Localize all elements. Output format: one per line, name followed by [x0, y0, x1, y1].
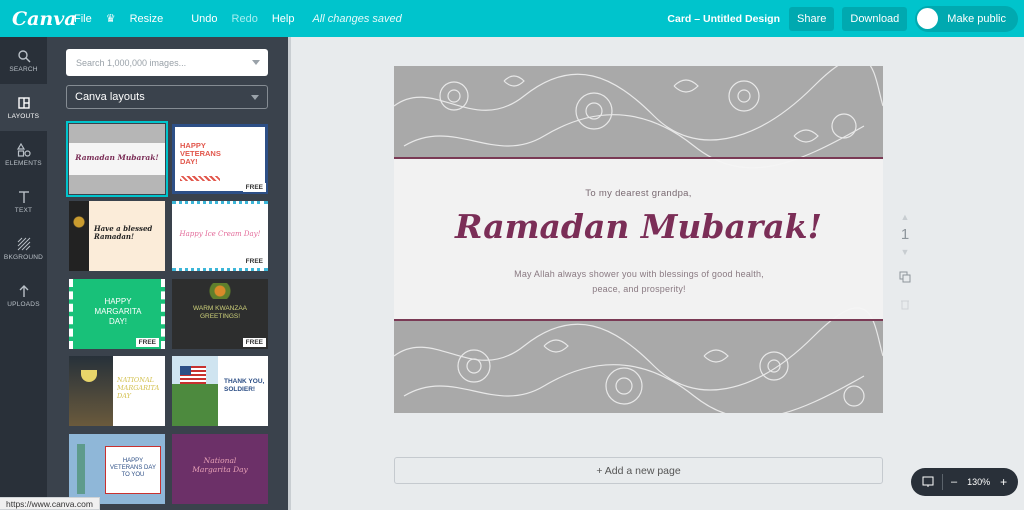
page-number: 1 — [900, 226, 910, 243]
text-icon — [18, 190, 29, 203]
trash-icon[interactable] — [899, 298, 911, 310]
rail-item-search[interactable]: SEARCH — [0, 37, 47, 84]
make-public-toggle[interactable]: Make public — [915, 5, 1018, 32]
rail-label: LAYOUTS — [7, 112, 40, 120]
template-text: NATIONAL MARGARITA DAY — [117, 376, 160, 400]
free-badge: FREE — [242, 338, 266, 347]
template-thumbnail[interactable]: HAPPY VETERANS DAY! FREE — [172, 124, 268, 194]
free-badge: FREE — [242, 257, 266, 266]
template-text: Have a blessed Ramadan! — [94, 224, 153, 241]
save-status: All changes saved — [312, 12, 402, 25]
template-text: Ramadan Mubarak! — [75, 153, 159, 162]
layouts-icon — [17, 96, 30, 109]
template-text: HAPPY VETERANS DAY! — [180, 141, 221, 166]
rail-item-layouts[interactable]: LAYOUTS — [0, 84, 47, 131]
help-menu[interactable]: Help — [272, 13, 295, 25]
rail-label: TEXT — [14, 206, 33, 214]
template-text: THANK YOU, SOLDIER! — [224, 378, 265, 393]
template-text: HAPPY VETERANS DAY TO YOU — [110, 458, 156, 478]
zoom-in-button[interactable]: + — [1000, 475, 1007, 489]
page-down-icon[interactable]: ▼ — [895, 247, 915, 257]
template-thumbnail[interactable]: Have a blessed Ramadan! — [69, 201, 165, 271]
resize-button[interactable]: ♛ Resize — [105, 12, 178, 26]
template-text: HAPPY MARGARITA DAY! — [94, 297, 142, 326]
zoom-out-button[interactable]: – — [951, 476, 957, 488]
side-rail: SEARCH LAYOUTS ELEMENTS TEXT BKGROUND UP… — [0, 37, 47, 510]
template-thumbnail[interactable]: HAPPY VETERANS DAY TO YOU — [69, 434, 165, 504]
rail-label: SEARCH — [9, 65, 38, 73]
search-placeholder: Search 1,000,000 images... — [76, 57, 187, 68]
resize-label: Resize — [129, 12, 164, 25]
upload-icon — [19, 284, 28, 297]
template-thumbnail[interactable]: Ramadan Mubarak! — [66, 121, 168, 197]
card-headline[interactable]: Ramadan Mubarak! — [394, 207, 883, 246]
chevron-down-icon — [251, 95, 259, 100]
document-title[interactable]: Card – Untitled Design — [667, 13, 780, 25]
template-text: WARM KWANZAA GREETINGS! — [192, 305, 248, 320]
template-thumbnail[interactable]: Happy Ice Cream Day! FREE — [172, 201, 268, 271]
chevron-down-icon — [252, 60, 260, 65]
elements-icon — [16, 142, 31, 157]
rail-item-elements[interactable]: ELEMENTS — [0, 131, 47, 178]
rail-item-text[interactable]: TEXT — [0, 178, 47, 225]
page-up-icon[interactable]: ▲ — [895, 212, 915, 222]
page-controls: ▲ 1 ▼ — [895, 212, 915, 315]
panel-scrollbar[interactable] — [288, 37, 291, 510]
template-thumbnail[interactable]: HAPPY MARGARITA DAY! FREE — [69, 279, 165, 349]
free-badge: FREE — [242, 183, 266, 192]
message-band[interactable]: To my dearest grandpa, Ramadan Mubarak! … — [394, 157, 883, 321]
rail-label: BKGROUND — [3, 253, 44, 261]
layout-category-select[interactable]: Canva layouts — [66, 85, 268, 109]
layouts-panel: Search 1,000,000 images... Canva layouts… — [47, 37, 288, 510]
share-button[interactable]: Share — [789, 6, 835, 31]
crown-icon: ♛ — [105, 13, 116, 25]
zoom-control: – 130% + — [911, 468, 1018, 496]
layout-select-value: Canva layouts — [75, 91, 145, 103]
top-bar: Canva File ♛ Resize Undo Redo Help All ch… — [0, 0, 1024, 37]
search-icon — [17, 49, 30, 62]
header-actions: Card – Untitled Design Share Download Ma… — [667, 0, 1024, 37]
canva-logo[interactable]: Canva — [12, 8, 77, 30]
download-button[interactable]: Download — [842, 6, 908, 31]
make-public-label: Make public — [947, 12, 1006, 25]
template-thumbnail[interactable]: WARM KWANZAA GREETINGS! FREE — [172, 279, 268, 349]
design-page[interactable]: To my dearest grandpa, Ramadan Mubarak! … — [394, 66, 883, 413]
card-greeting[interactable]: To my dearest grandpa, — [394, 188, 883, 199]
free-badge: FREE — [135, 338, 159, 347]
template-text: National Margarita Day — [192, 456, 248, 474]
rail-item-uploads[interactable]: UPLOADS — [0, 272, 47, 319]
redo-button[interactable]: Redo — [232, 13, 258, 25]
template-thumbnail[interactable]: NATIONAL MARGARITA DAY — [69, 356, 165, 426]
toggle-knob — [917, 8, 939, 29]
add-page-button[interactable]: + Add a new page — [394, 457, 883, 484]
status-url: https://www.canva.com — [0, 497, 100, 510]
template-thumbnail[interactable]: National Margarita Day — [172, 434, 268, 504]
rail-label: ELEMENTS — [5, 159, 42, 167]
file-menu[interactable]: File — [74, 13, 92, 25]
rail-label: UPLOADS — [7, 300, 40, 308]
template-text: Happy Ice Cream Day! — [179, 230, 261, 238]
copy-page-icon[interactable] — [899, 271, 911, 283]
main-menu: File ♛ Resize Undo Redo Help All changes … — [74, 12, 416, 26]
template-thumbnail[interactable]: THANK YOU, SOLDIER! — [172, 356, 268, 426]
rail-item-background[interactable]: BKGROUND — [0, 225, 47, 272]
zoom-level[interactable]: 130% — [967, 477, 990, 487]
present-icon[interactable] — [922, 476, 934, 488]
undo-button[interactable]: Undo — [191, 13, 217, 25]
card-message[interactable]: May Allah always shower you with blessin… — [504, 267, 774, 297]
background-icon — [17, 237, 30, 250]
image-search-input[interactable]: Search 1,000,000 images... — [66, 49, 268, 76]
